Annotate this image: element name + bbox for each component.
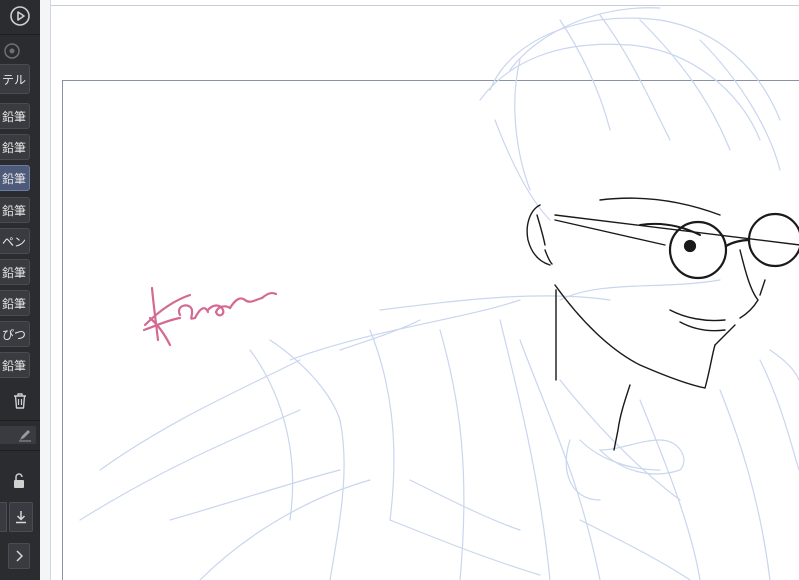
sidebar-item-label: ペン [1, 235, 26, 249]
trash-icon [14, 393, 26, 409]
sidebar-item-label: 鉛筆 [1, 172, 26, 186]
pen-button[interactable] [16, 426, 34, 444]
expand-button[interactable] [8, 543, 30, 569]
play-button[interactable] [6, 2, 34, 30]
unlock-icon [14, 473, 24, 488]
signature-karen [142, 286, 278, 347]
sidebar-item-1[interactable]: 鉛筆 [0, 134, 30, 160]
sidebar-item-8[interactable]: 鉛筆 [0, 352, 30, 378]
sidebar-item-2[interactable]: 鉛筆 [0, 165, 30, 191]
pen-icon [19, 430, 31, 442]
delete-button[interactable] [8, 389, 32, 413]
lock-button[interactable] [8, 470, 30, 492]
sidebar-item-label: 鉛筆 [1, 204, 26, 218]
sidebar-header-tab[interactable]: テル [0, 64, 30, 94]
sidebar-item-0[interactable]: 鉛筆 [0, 103, 30, 129]
sidebar-item-7[interactable]: ぴつ [0, 321, 30, 347]
sidebar-item-label: 鉛筆 [1, 297, 26, 311]
dial-button[interactable] [0, 40, 24, 62]
dial-icon [4, 43, 20, 59]
sidebar-item-5[interactable]: 鉛筆 [0, 259, 30, 285]
line-art-layer [526, 197, 799, 451]
download-button[interactable] [9, 502, 33, 532]
drawing-canvas[interactable] [40, 0, 799, 580]
download-icon [16, 511, 26, 524]
sidebar-item-6[interactable]: 鉛筆 [0, 290, 30, 316]
chevron-right-icon [16, 550, 23, 562]
tool-sidebar: テル 鉛筆 鉛筆 鉛筆 鉛筆 ペン 鉛筆 鉛筆 ぴつ 鉛筆 [0, 0, 41, 580]
play-circle-icon [10, 6, 30, 26]
sidebar-left-stub[interactable] [0, 502, 7, 532]
sketch-artwork [79, 7, 799, 580]
sidebar-header-label: テル [1, 73, 26, 87]
sidebar-item-label: 鉛筆 [1, 110, 26, 124]
sidebar-item-label: ぴつ [1, 328, 26, 342]
sidebar-item-label: 鉛筆 [1, 359, 26, 373]
rough-sketch-layer [79, 7, 799, 580]
sidebar-item-label: 鉛筆 [1, 141, 26, 155]
glasses [668, 212, 799, 280]
sidebar-item-3[interactable]: 鉛筆 [0, 197, 30, 223]
sidebar-item-label: 鉛筆 [1, 266, 26, 280]
sidebar-item-4[interactable]: ペン [0, 228, 30, 254]
